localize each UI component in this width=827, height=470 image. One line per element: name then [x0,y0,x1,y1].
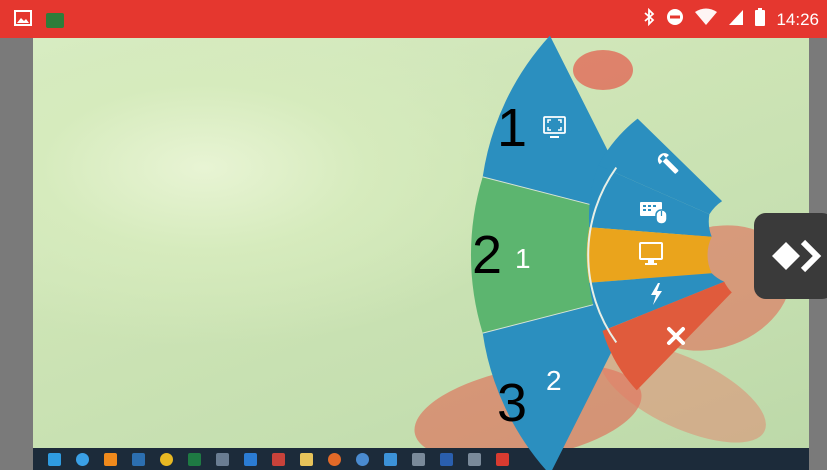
edge-handle[interactable] [754,213,827,299]
diamond-chevron-icon [772,239,822,273]
segment-2-subnumber: 1 [515,243,531,274]
segment-3-subnumber: 2 [546,365,562,396]
segment-1-number: 1 [497,98,527,158]
radial-menu: 1 2 1 3 2 [470,35,732,470]
segment-2-number: 2 [472,225,502,285]
segment-3-number: 3 [497,373,527,433]
submenu-segment-monitor[interactable] [586,227,712,283]
